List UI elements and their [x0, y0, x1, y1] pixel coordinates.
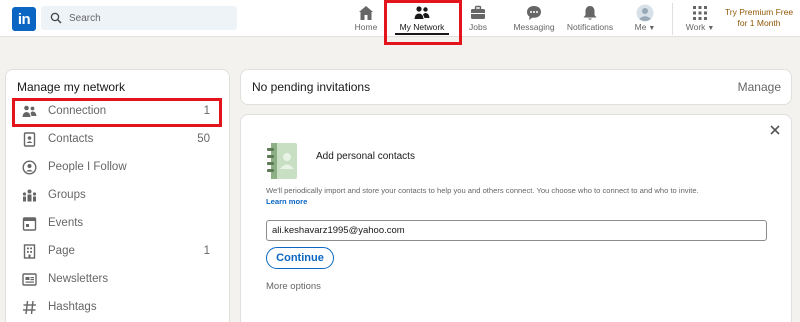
newsletter-icon	[22, 273, 37, 286]
messaging-icon	[527, 6, 541, 20]
briefcase-icon	[471, 5, 485, 19]
sidebar-item-label: Page	[48, 245, 75, 257]
continue-button[interactable]: Continue	[266, 247, 334, 269]
highlight-my-network	[384, 0, 462, 45]
sidebar-item-events[interactable]: Events	[6, 210, 229, 238]
building-icon	[23, 244, 36, 259]
search-box[interactable]	[41, 6, 237, 30]
sidebar-item-label: People I Follow	[48, 161, 127, 173]
sidebar-item-label: Contacts	[48, 133, 94, 145]
nav-home-label: Home	[354, 22, 378, 32]
manage-network-card: Manage my network Connection 1 Contacts …	[6, 70, 229, 322]
sidebar-item-groups[interactable]: Groups	[6, 182, 229, 210]
search-input[interactable]	[69, 9, 229, 27]
sidebar-item-count: 50	[197, 133, 210, 145]
nav-jobs[interactable]: Jobs	[460, 0, 496, 37]
sidebar-item-count: 1	[203, 245, 210, 257]
linkedin-logo[interactable]: in	[12, 7, 36, 31]
add-contacts-title: Add personal contacts	[316, 151, 415, 162]
nav-notifications[interactable]: Notifications	[562, 0, 618, 37]
learn-more-link[interactable]: Learn more	[266, 197, 307, 206]
sidebar-item-contacts[interactable]: Contacts 50	[6, 126, 229, 154]
contact-book-icon	[23, 132, 36, 147]
avatar-icon	[636, 4, 654, 22]
top-navigation-bar: in Home My Network Jobs	[0, 0, 800, 45]
nav-me-label: Me ▼	[634, 22, 656, 32]
nav-me[interactable]: Me ▼	[628, 0, 662, 37]
email-field[interactable]	[266, 220, 767, 241]
chevron-down-icon: ▼	[646, 25, 656, 32]
nav-work[interactable]: Work ▼	[682, 0, 718, 37]
highlight-connection	[12, 98, 222, 127]
search-icon	[50, 12, 62, 24]
manage-invitations-button[interactable]: Manage	[738, 80, 781, 94]
sidebar-item-label: Hashtags	[48, 301, 97, 313]
close-icon[interactable]	[768, 123, 782, 137]
nav-divider	[672, 3, 673, 35]
more-options-link[interactable]: More options	[266, 281, 321, 292]
nav-jobs-label: Jobs	[469, 22, 487, 32]
contacts-description: We'll periodically import and store your…	[266, 186, 699, 195]
nav-home[interactable]: Home	[346, 0, 386, 37]
chevron-down-icon: ▼	[705, 25, 715, 32]
sidebar-item-people-i-follow[interactable]: People I Follow	[6, 154, 229, 182]
premium-line-1: Try Premium Free	[724, 7, 794, 17]
sidebar-item-label: Groups	[48, 189, 86, 201]
sidebar-item-label: Newsletters	[48, 273, 109, 285]
nav-messaging-label: Messaging	[513, 22, 555, 32]
bell-icon	[583, 6, 597, 20]
groups-icon	[22, 189, 37, 202]
try-premium-link[interactable]: Try Premium Free for 1 Month	[722, 7, 796, 29]
sidebar-item-label: Events	[48, 217, 84, 229]
sidebar-item-newsletters[interactable]: Newsletters	[6, 266, 229, 294]
calendar-icon	[22, 217, 37, 231]
invitations-card: No pending invitations Manage	[241, 70, 791, 104]
home-icon	[359, 6, 373, 20]
nav-messaging[interactable]: Messaging	[510, 0, 558, 37]
grid-icon	[693, 6, 707, 20]
address-book-icon	[267, 143, 297, 179]
hashtag-icon	[23, 300, 36, 315]
no-invitations-text: No pending invitations	[252, 80, 371, 94]
sidebar-item-hashtags[interactable]: Hashtags	[6, 294, 229, 322]
nav-notifications-label: Notifications	[566, 22, 614, 32]
person-follow-icon	[22, 160, 37, 175]
nav-work-label: Work ▼	[685, 22, 715, 32]
premium-line-2: for 1 Month	[737, 18, 781, 28]
sidebar-item-page[interactable]: Page 1	[6, 238, 229, 266]
sidebar-title: Manage my network	[17, 80, 126, 94]
add-contacts-card: Add personal contacts We'll periodically…	[241, 115, 791, 322]
